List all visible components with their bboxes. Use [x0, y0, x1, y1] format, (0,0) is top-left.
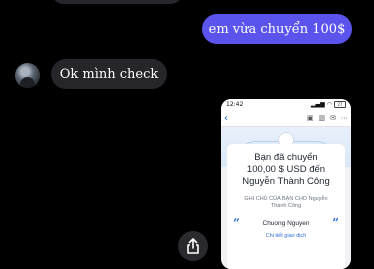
payment-screenshot-image[interactable]: 12:42 ▂▄▆ ◠ 27 ‹ ▣ ▥ ✉ ⋯ Bạn đã chuyển 1… — [221, 99, 351, 269]
transaction-detail-link: Chi tiết giao dịch — [265, 233, 307, 239]
note-line2: Thành Công — [270, 203, 302, 209]
app-toolbar: ‹ ▣ ▥ ✉ ⋯ — [221, 110, 351, 127]
receipt-title-line1: Bạn đã chuyển — [254, 152, 318, 163]
receipt-title-line2: 100,00 $ USD đến — [246, 164, 326, 175]
phone-status-bar: 12:42 ▂▄▆ ◠ 27 — [221, 99, 351, 110]
sent-message-bubble[interactable]: em vừa chuyển 100$ — [202, 14, 352, 44]
received-message-bubble[interactable]: Ok mình check — [51, 59, 167, 89]
close-quote-icon: ” — [332, 216, 339, 230]
calendar-icon: ▣ — [306, 114, 314, 122]
more-icon: ⋯ — [341, 114, 348, 122]
mail-icon: ✉ — [330, 114, 336, 122]
received-message-text: Ok mình check — [59, 66, 159, 82]
sent-message-text: em vừa chuyển 100$ — [208, 21, 346, 37]
share-icon — [187, 238, 199, 254]
note-line1: GHI CHÚ CỦA BẠN CHO Nguyễn — [244, 196, 328, 202]
previous-message-bubble — [52, 0, 182, 4]
receipt-card: Bạn đã chuyển 100,00 $ USD đến Nguyễn Th… — [227, 144, 345, 269]
receipt-title-line3: Nguyễn Thành Công — [242, 176, 330, 187]
open-quote-icon: “ — [233, 216, 240, 230]
signal-icon: ▂▄▆ — [310, 101, 325, 108]
wifi-icon: ◠ — [326, 101, 332, 108]
status-time: 12:42 — [226, 101, 244, 108]
trash-icon: ▥ — [318, 114, 326, 122]
battery-icon: 27 — [334, 101, 346, 108]
back-chevron-icon: ‹ — [224, 112, 228, 124]
contact-avatar[interactable] — [15, 63, 40, 88]
receipt-title: Bạn đã chuyển 100,00 $ USD đến Nguyễn Th… — [227, 152, 345, 188]
sender-name: Chuong Nguyen — [262, 219, 310, 227]
receipt-note-label: GHI CHÚ CỦA BẠN CHO Nguyễn Thành Công — [231, 196, 341, 210]
note-row: “ Chuong Nguyen ” — [227, 216, 345, 230]
